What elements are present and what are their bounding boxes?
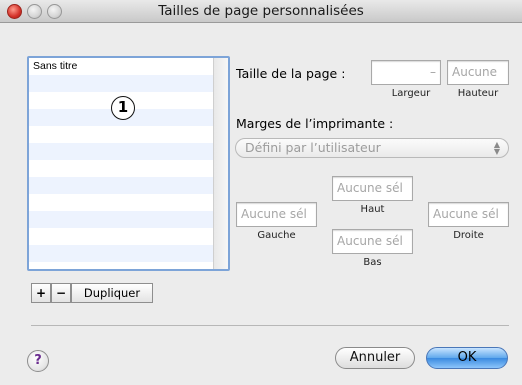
top-margin-field[interactable]: Aucune sél	[332, 176, 413, 201]
margins-select-value: Défini par l’utilisateur	[245, 140, 381, 155]
page-size-list[interactable]: Sans titre	[27, 56, 230, 271]
page-height-field[interactable]: Aucune	[447, 60, 509, 85]
duplicate-button[interactable]: Dupliquer	[71, 283, 153, 303]
page-size-list-rows: Sans titre	[29, 58, 213, 269]
height-label: Hauteur	[457, 88, 499, 99]
list-item	[29, 126, 213, 143]
width-label: Largeur	[391, 88, 431, 99]
list-item	[29, 245, 213, 262]
ok-button[interactable]: OK	[426, 347, 508, 369]
list-item	[29, 228, 213, 245]
select-arrows-icon: ▲ ▼	[493, 140, 500, 156]
title-bar: Tailles de page personnalisées	[0, 0, 522, 23]
list-item[interactable]: Sans titre	[29, 58, 213, 75]
add-size-button[interactable]: +	[31, 283, 51, 303]
custom-page-sizes-window: Tailles de page personnalisées Sans titr…	[0, 0, 522, 385]
left-margin-field[interactable]: Aucune sél	[236, 202, 317, 227]
page-size-label: Taille de la page :	[236, 66, 346, 81]
bottom-margin-label: Bas	[363, 257, 382, 268]
right-margin-field[interactable]: Aucune sél	[428, 202, 509, 227]
list-scrollbar[interactable]	[213, 58, 228, 269]
left-margin-label: Gauche	[257, 230, 296, 241]
list-item	[29, 194, 213, 211]
list-item	[29, 160, 213, 177]
list-item	[29, 143, 213, 160]
window-title: Tailles de page personnalisées	[158, 3, 364, 19]
remove-size-button[interactable]: −	[51, 283, 71, 303]
callout-number-badge: 1	[111, 96, 135, 120]
page-width-field[interactable]: –	[371, 60, 441, 85]
list-item	[29, 211, 213, 228]
margins-select[interactable]: Défini par l’utilisateur ▲ ▼	[235, 138, 509, 158]
bottom-margin-field[interactable]: Aucune sél	[332, 229, 413, 254]
help-button[interactable]: ?	[27, 350, 49, 372]
cancel-button[interactable]: Annuler	[335, 347, 415, 369]
list-item	[29, 177, 213, 194]
top-margin-label: Haut	[360, 204, 385, 215]
right-margin-label: Droite	[453, 230, 484, 241]
footer-divider	[31, 325, 509, 326]
printer-margins-label: Marges de l’imprimante :	[236, 116, 394, 131]
list-item	[29, 75, 213, 92]
